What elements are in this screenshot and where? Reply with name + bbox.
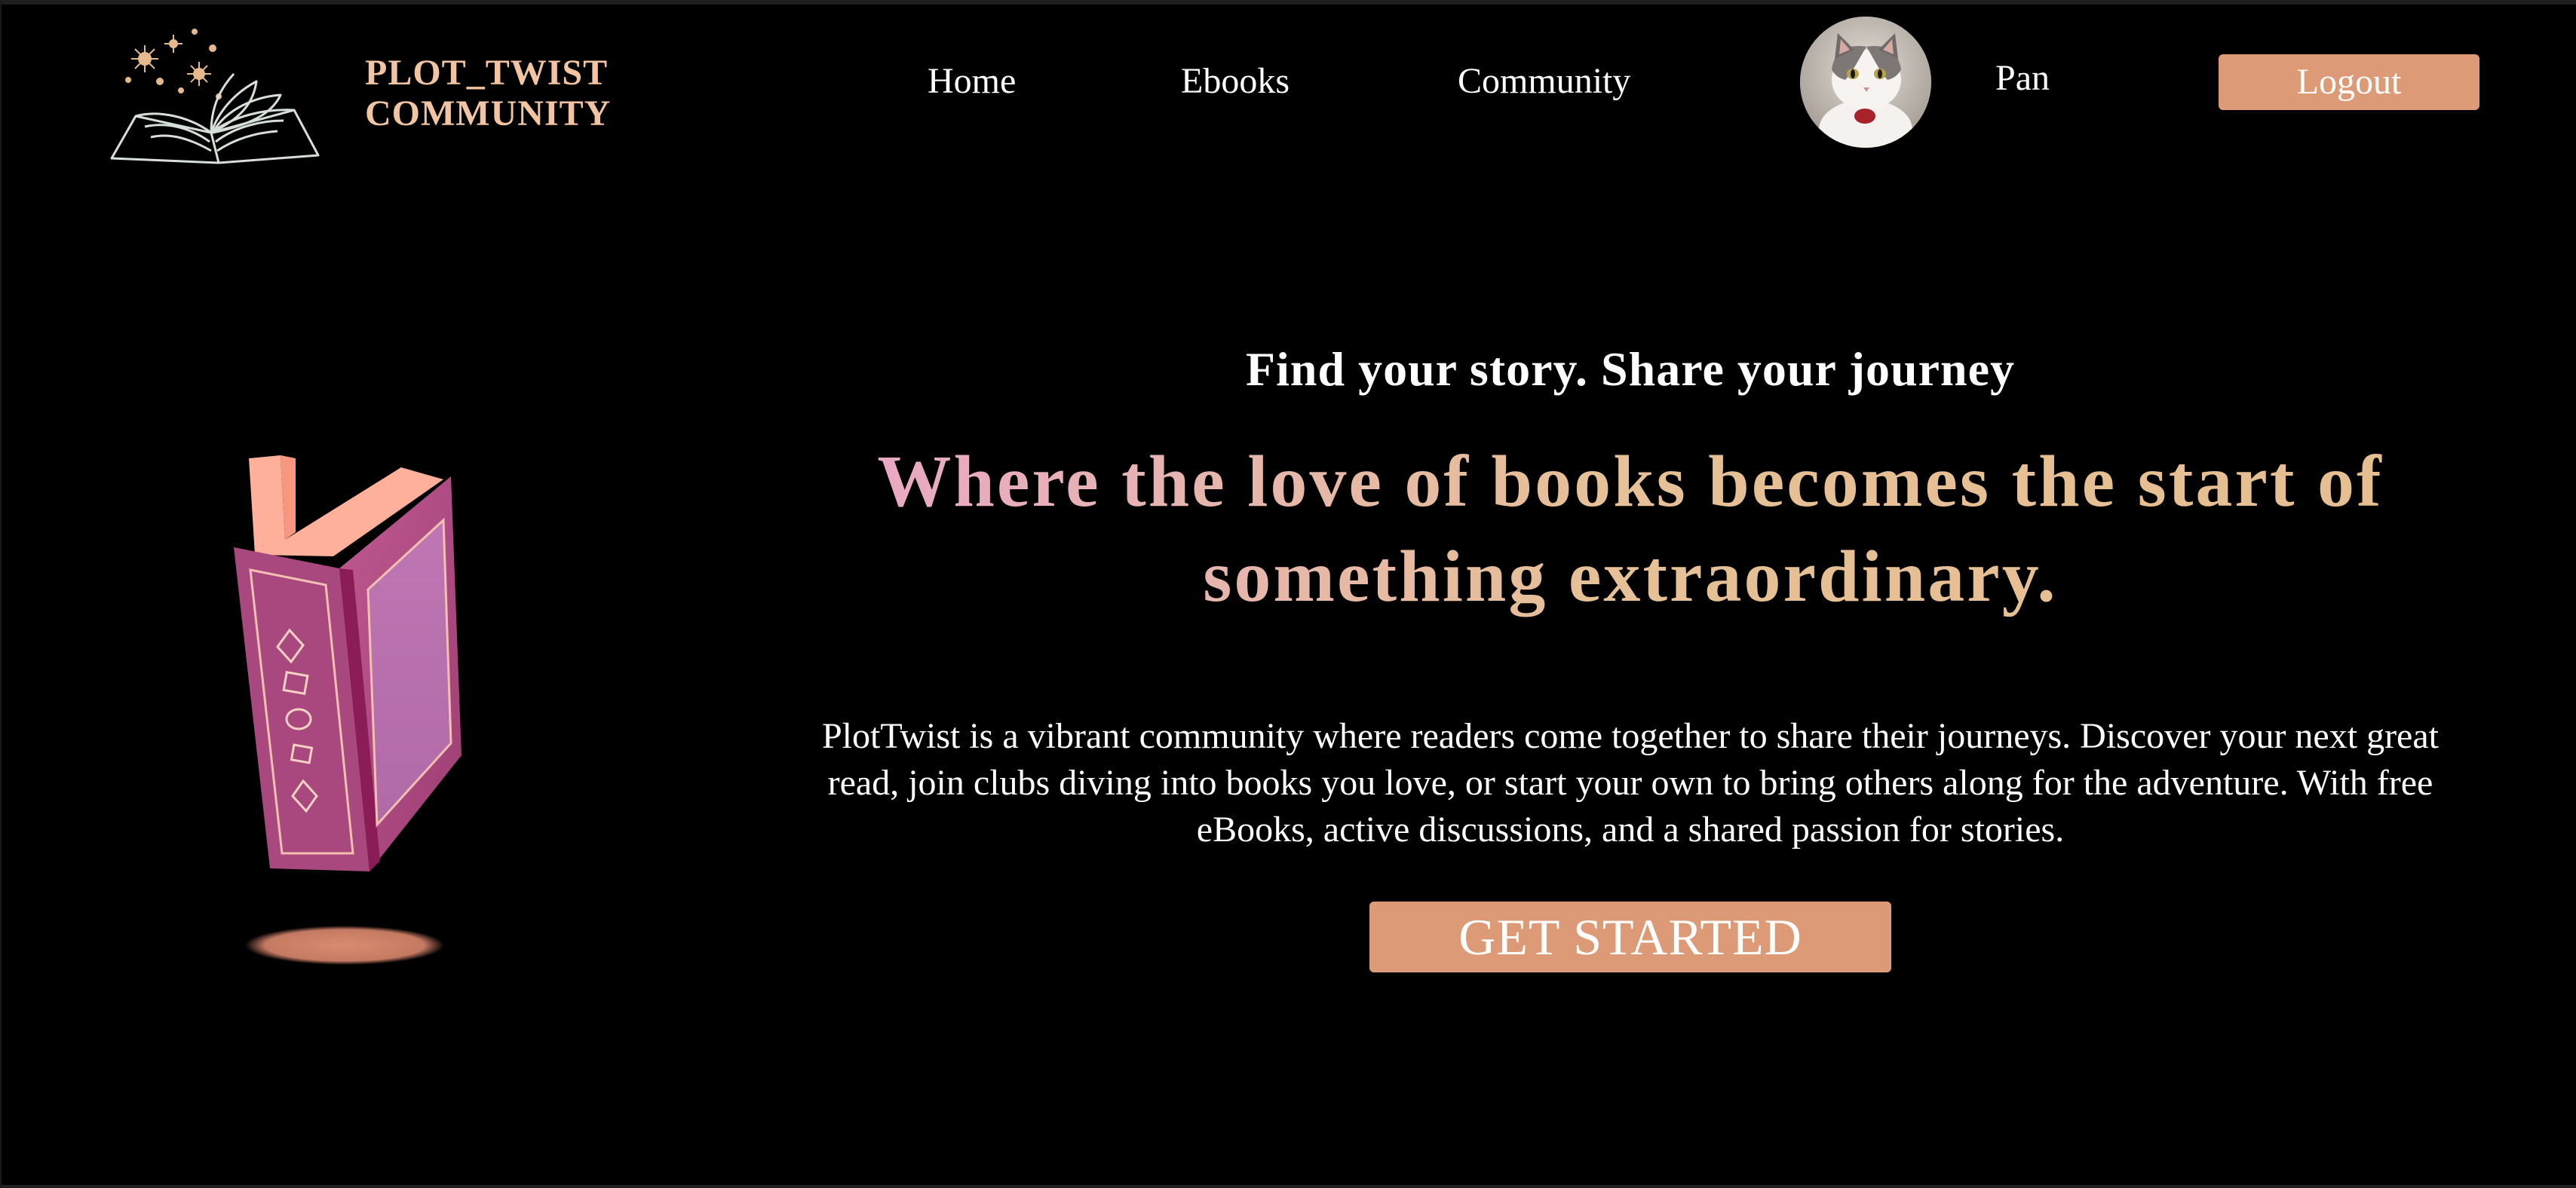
- username-label[interactable]: Pan: [1995, 57, 2050, 99]
- hero-headline: Where the love of books becomes the star…: [808, 434, 2452, 624]
- hero-text-block: Find your story. Share your journey Wher…: [778, 336, 2482, 853]
- brand-line-1: PLOT_TWIST: [365, 53, 609, 93]
- logout-button[interactable]: Logout: [2219, 54, 2479, 110]
- hero-tagline: Find your story. Share your journey: [1246, 342, 2015, 396]
- open-book-sparkles-logo-icon[interactable]: [106, 21, 324, 166]
- floating-book-icon: [234, 455, 462, 965]
- hero-description: PlotTwist is a vibrant community where r…: [821, 716, 2439, 850]
- nav-link-home[interactable]: Home: [928, 60, 1016, 102]
- page-frame: PLOT_TWIST COMMUNITY Home Ebooks Communi…: [0, 0, 2576, 1188]
- get-started-button[interactable]: GET STARTED: [1369, 902, 1891, 972]
- nav-link-community[interactable]: Community: [1458, 60, 1630, 102]
- brand-name[interactable]: PLOT_TWIST COMMUNITY: [365, 53, 611, 134]
- user-avatar[interactable]: [1800, 17, 1931, 148]
- cat-avatar-icon: [1800, 17, 1931, 148]
- nav-link-ebooks[interactable]: Ebooks: [1181, 60, 1290, 102]
- brand-line-2: COMMUNITY: [365, 93, 612, 133]
